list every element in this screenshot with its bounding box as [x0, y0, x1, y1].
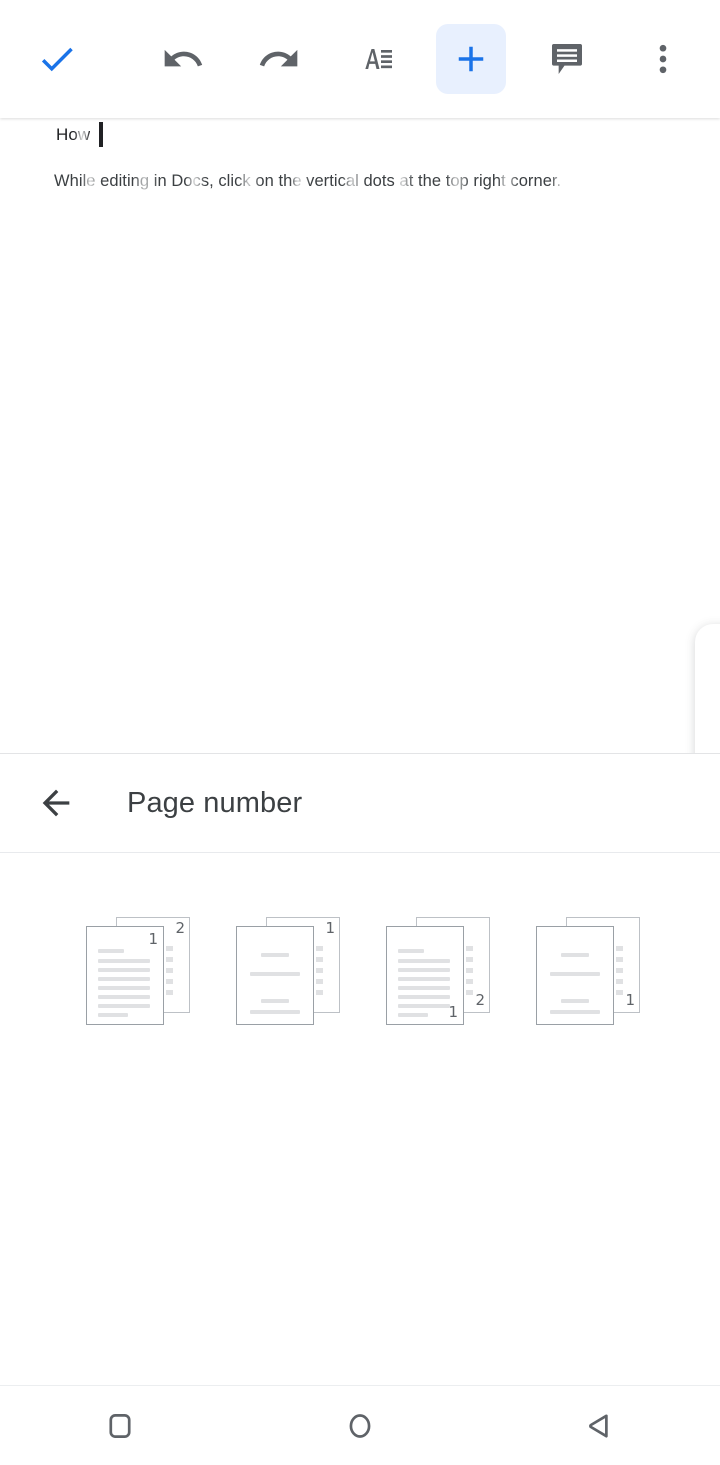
- redo-button[interactable]: [244, 24, 314, 94]
- page-number-thumbnail: 1: [536, 917, 642, 1025]
- option-bottom-right-skip-first[interactable]: 1: [536, 901, 686, 1041]
- editor-toolbar: [0, 0, 720, 118]
- document-title-text: How: [56, 125, 91, 144]
- page-number-thumbnail: 1: [236, 917, 342, 1025]
- back-page-number: 1: [325, 919, 335, 937]
- document-body-text: While editing in Docs, click on the vert…: [54, 172, 562, 190]
- redo-icon: [259, 49, 298, 67]
- comment-button[interactable]: [532, 24, 602, 94]
- panel-title: Page number: [127, 786, 303, 819]
- app-screen: How While editing in Docs, click on the …: [0, 0, 720, 1465]
- triangle-back-icon: [589, 1413, 608, 1438]
- nav-recents-button[interactable]: [75, 1391, 165, 1461]
- android-nav-bar: [0, 1385, 720, 1465]
- panel-header: Page number: [0, 754, 720, 853]
- undo-icon: [164, 49, 203, 67]
- option-top-right-skip-first[interactable]: 1: [236, 901, 386, 1041]
- thumb-front-page: [236, 926, 314, 1025]
- back-page-number: 2: [475, 991, 485, 1009]
- comment-icon: [552, 44, 582, 74]
- option-top-right-all-pages[interactable]: 2 1: [86, 901, 236, 1041]
- nav-back-button[interactable]: [555, 1391, 645, 1461]
- accept-button[interactable]: [22, 24, 92, 94]
- nav-home-button[interactable]: [315, 1391, 405, 1461]
- circle-icon: [349, 1413, 371, 1438]
- more-vert-icon: [659, 44, 667, 74]
- back-page-number: 2: [175, 919, 185, 937]
- option-bottom-right-all-pages[interactable]: 2 1: [386, 901, 536, 1041]
- text-cursor: [99, 122, 103, 147]
- front-page-number: 1: [148, 930, 158, 948]
- plus-icon: [458, 46, 484, 72]
- format-text-icon: [365, 49, 392, 69]
- page-number-options: 2 1 1 2 1 1: [0, 853, 720, 1041]
- panel-back-button[interactable]: [28, 775, 84, 831]
- insert-button[interactable]: [436, 24, 506, 94]
- page-number-panel: Page number 2 1 1 2 1 1: [0, 753, 720, 1385]
- arrow-back-icon: [42, 789, 70, 817]
- undo-button[interactable]: [148, 24, 218, 94]
- more-options-button[interactable]: [628, 24, 698, 94]
- square-icon: [109, 1413, 131, 1438]
- format-button[interactable]: [340, 24, 410, 94]
- page-number-thumbnail: 2 1: [386, 917, 492, 1025]
- thumb-front-page: 1: [386, 926, 464, 1025]
- document-canvas[interactable]: How While editing in Docs, click on the …: [0, 118, 720, 753]
- page-number-thumbnail: 2 1: [86, 917, 192, 1025]
- thumb-front-page: 1: [86, 926, 164, 1025]
- check-icon: [41, 47, 73, 72]
- thumb-front-page: [536, 926, 614, 1025]
- back-page-number: 1: [625, 991, 635, 1009]
